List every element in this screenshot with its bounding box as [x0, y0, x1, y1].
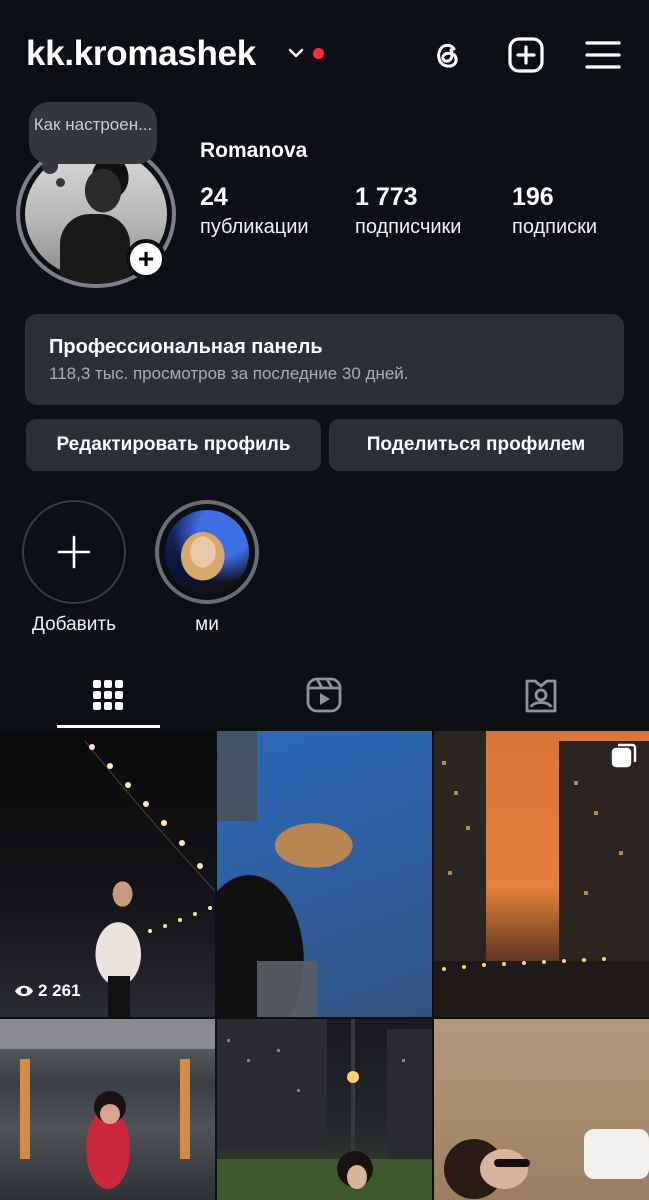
tab-tagged[interactable] [433, 660, 649, 730]
profile-tabs [0, 660, 649, 730]
string-lights [84, 740, 215, 1017]
tagged-icon [525, 679, 557, 713]
post-thumbnail[interactable] [217, 1019, 432, 1200]
add-story-plus-icon[interactable]: + [126, 239, 166, 279]
highlight-new-circle[interactable] [22, 500, 126, 604]
menu-icon[interactable] [584, 36, 622, 74]
post-thumbnail[interactable]: 2 261 [0, 731, 215, 1017]
highlight-add[interactable]: Добавить [22, 500, 126, 636]
note-bubble-tail [56, 178, 65, 187]
highlight-story[interactable]: ми [155, 500, 259, 636]
create-icon[interactable] [507, 36, 545, 74]
highlight-label: Добавить [32, 614, 116, 635]
parking-scene [0, 1019, 215, 1189]
stat-label: подписки [512, 216, 598, 238]
chevron-down-icon[interactable] [287, 44, 305, 62]
highlight-label: ми [195, 614, 219, 635]
highlight-cover-image [165, 510, 249, 594]
note-bubble[interactable]: Как настроен... [29, 102, 157, 164]
post-thumbnail[interactable] [434, 1019, 649, 1200]
highlight-cover[interactable] [155, 500, 259, 604]
stat-followers[interactable]: 1 773 подписчики [355, 183, 461, 239]
post-thumbnail[interactable] [0, 1019, 215, 1200]
stat-value: 24 [200, 183, 228, 211]
stat-label: публикации [200, 216, 309, 238]
stat-value: 196 [512, 183, 554, 211]
plus-icon [57, 535, 91, 569]
post-thumbnail[interactable] [217, 731, 432, 1017]
tab-grid[interactable] [0, 660, 216, 730]
stat-posts[interactable]: 24 публикации [200, 183, 309, 239]
view-count-value: 2 261 [38, 981, 81, 1000]
sand-scene [444, 1129, 649, 1199]
stat-following[interactable]: 196 подписки [512, 183, 597, 239]
post-thumbnail[interactable] [434, 731, 649, 1017]
reels-icon [306, 677, 342, 713]
avatar-figure [60, 214, 130, 284]
notification-dot [313, 48, 324, 59]
carousel-icon [611, 743, 637, 768]
active-tab-indicator [57, 725, 160, 728]
full-name: Romanova [200, 139, 308, 162]
dashboard-title: Профессиональная панель [49, 336, 323, 358]
posts-grid: 2 261 [0, 731, 649, 1200]
view-count: 2 261 [14, 981, 81, 1001]
night-scene [217, 1019, 432, 1200]
username-switcher[interactable]: kk.kromashek [26, 34, 256, 74]
city-buildings [434, 731, 649, 1017]
grid-icon [93, 680, 123, 710]
tab-reels[interactable] [216, 660, 432, 730]
stat-value: 1 773 [355, 183, 418, 211]
dashboard-subtitle: 118,3 тыс. просмотров за последние 30 дн… [49, 364, 409, 383]
profile-header: kk.kromashek [0, 0, 649, 110]
edit-profile-button[interactable]: Редактировать профиль [26, 419, 321, 471]
professional-dashboard[interactable]: Профессиональная панель 118,3 тыс. просм… [25, 314, 624, 405]
threads-icon[interactable] [428, 36, 466, 74]
eye-icon [15, 985, 33, 997]
stat-label: подписчики [355, 216, 462, 238]
building-silhouette [217, 731, 317, 1017]
share-profile-button[interactable]: Поделиться профилем [329, 419, 623, 471]
